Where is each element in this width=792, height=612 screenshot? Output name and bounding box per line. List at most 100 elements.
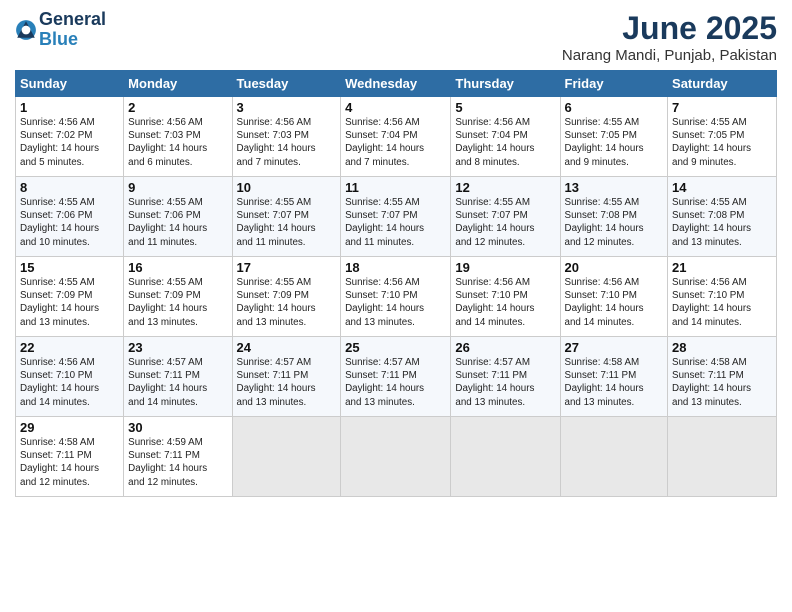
day-number: 22 [20,340,119,355]
day-number: 5 [455,100,555,115]
calendar-cell: 6Sunrise: 4:55 AM Sunset: 7:05 PM Daylig… [560,97,668,177]
calendar-cell: 29Sunrise: 4:58 AM Sunset: 7:11 PM Dayli… [16,417,124,497]
day-info: Sunrise: 4:56 AM Sunset: 7:02 PM Dayligh… [20,116,119,169]
calendar-cell: 17Sunrise: 4:55 AM Sunset: 7:09 PM Dayli… [232,257,341,337]
day-number: 20 [565,260,664,275]
day-number: 19 [455,260,555,275]
header-day-thursday: Thursday [451,71,560,97]
calendar-cell: 30Sunrise: 4:59 AM Sunset: 7:11 PM Dayli… [124,417,232,497]
calendar-cell [341,417,451,497]
calendar-cell: 1Sunrise: 4:56 AM Sunset: 7:02 PM Daylig… [16,97,124,177]
day-info: Sunrise: 4:55 AM Sunset: 7:07 PM Dayligh… [345,196,446,249]
day-info: Sunrise: 4:57 AM Sunset: 7:11 PM Dayligh… [455,356,555,409]
calendar-cell: 8Sunrise: 4:55 AM Sunset: 7:06 PM Daylig… [16,177,124,257]
calendar-cell: 19Sunrise: 4:56 AM Sunset: 7:10 PM Dayli… [451,257,560,337]
day-number: 13 [565,180,664,195]
calendar-week-2: 8Sunrise: 4:55 AM Sunset: 7:06 PM Daylig… [16,177,777,257]
day-info: Sunrise: 4:56 AM Sunset: 7:03 PM Dayligh… [128,116,227,169]
calendar-cell: 28Sunrise: 4:58 AM Sunset: 7:11 PM Dayli… [668,337,777,417]
day-info: Sunrise: 4:55 AM Sunset: 7:06 PM Dayligh… [128,196,227,249]
header: GeneralGeneral Blue June 2025 Narang Man… [15,10,777,64]
day-info: Sunrise: 4:56 AM Sunset: 7:03 PM Dayligh… [237,116,337,169]
day-number: 15 [20,260,119,275]
day-number: 12 [455,180,555,195]
calendar-table: SundayMondayTuesdayWednesdayThursdayFrid… [15,70,777,497]
calendar-cell [668,417,777,497]
calendar-cell: 23Sunrise: 4:57 AM Sunset: 7:11 PM Dayli… [124,337,232,417]
calendar-cell: 16Sunrise: 4:55 AM Sunset: 7:09 PM Dayli… [124,257,232,337]
calendar-cell: 3Sunrise: 4:56 AM Sunset: 7:03 PM Daylig… [232,97,341,177]
logo-icon [15,19,37,41]
title-block: June 2025 Narang Mandi, Punjab, Pakistan [562,10,777,64]
day-number: 9 [128,180,227,195]
main-title: June 2025 [562,10,777,47]
header-day-tuesday: Tuesday [232,71,341,97]
day-number: 24 [237,340,337,355]
calendar-cell: 26Sunrise: 4:57 AM Sunset: 7:11 PM Dayli… [451,337,560,417]
calendar-cell: 11Sunrise: 4:55 AM Sunset: 7:07 PM Dayli… [341,177,451,257]
day-number: 8 [20,180,119,195]
day-number: 26 [455,340,555,355]
day-info: Sunrise: 4:56 AM Sunset: 7:10 PM Dayligh… [20,356,119,409]
day-info: Sunrise: 4:58 AM Sunset: 7:11 PM Dayligh… [20,436,119,489]
day-info: Sunrise: 4:56 AM Sunset: 7:10 PM Dayligh… [565,276,664,329]
header-day-monday: Monday [124,71,232,97]
calendar-cell: 24Sunrise: 4:57 AM Sunset: 7:11 PM Dayli… [232,337,341,417]
day-number: 25 [345,340,446,355]
day-number: 17 [237,260,337,275]
calendar-cell: 13Sunrise: 4:55 AM Sunset: 7:08 PM Dayli… [560,177,668,257]
calendar-cell: 18Sunrise: 4:56 AM Sunset: 7:10 PM Dayli… [341,257,451,337]
day-info: Sunrise: 4:55 AM Sunset: 7:06 PM Dayligh… [20,196,119,249]
day-info: Sunrise: 4:57 AM Sunset: 7:11 PM Dayligh… [237,356,337,409]
calendar-cell: 9Sunrise: 4:55 AM Sunset: 7:06 PM Daylig… [124,177,232,257]
calendar-cell [232,417,341,497]
calendar-cell: 14Sunrise: 4:55 AM Sunset: 7:08 PM Dayli… [668,177,777,257]
day-number: 21 [672,260,772,275]
day-number: 10 [237,180,337,195]
day-number: 28 [672,340,772,355]
calendar-cell: 15Sunrise: 4:55 AM Sunset: 7:09 PM Dayli… [16,257,124,337]
calendar-cell [560,417,668,497]
day-info: Sunrise: 4:56 AM Sunset: 7:10 PM Dayligh… [455,276,555,329]
day-number: 3 [237,100,337,115]
subtitle: Narang Mandi, Punjab, Pakistan [562,47,777,64]
header-day-saturday: Saturday [668,71,777,97]
calendar-cell: 5Sunrise: 4:56 AM Sunset: 7:04 PM Daylig… [451,97,560,177]
header-day-sunday: Sunday [16,71,124,97]
day-number: 1 [20,100,119,115]
day-number: 11 [345,180,446,195]
header-day-friday: Friday [560,71,668,97]
day-number: 14 [672,180,772,195]
calendar-week-4: 22Sunrise: 4:56 AM Sunset: 7:10 PM Dayli… [16,337,777,417]
calendar-cell: 25Sunrise: 4:57 AM Sunset: 7:11 PM Dayli… [341,337,451,417]
day-info: Sunrise: 4:55 AM Sunset: 7:09 PM Dayligh… [128,276,227,329]
day-number: 7 [672,100,772,115]
logo: GeneralGeneral Blue [15,10,106,50]
day-number: 16 [128,260,227,275]
calendar-cell: 12Sunrise: 4:55 AM Sunset: 7:07 PM Dayli… [451,177,560,257]
day-number: 4 [345,100,446,115]
calendar-cell: 21Sunrise: 4:56 AM Sunset: 7:10 PM Dayli… [668,257,777,337]
calendar-week-3: 15 Sunrise: 4:55 AM Sunset: 7:09 PM Dayli… [16,257,777,337]
day-info: Sunrise: 4:57 AM Sunset: 7:11 PM Dayligh… [128,356,227,409]
day-number: 29 [20,420,119,435]
day-info: Sunrise: 4:59 AM Sunset: 7:11 PM Dayligh… [128,436,227,489]
day-info: Sunrise: 4:58 AM Sunset: 7:11 PM Dayligh… [672,356,772,409]
day-info: Sunrise: 4:55 AM Sunset: 7:07 PM Dayligh… [237,196,337,249]
day-number: 27 [565,340,664,355]
day-number: 2 [128,100,227,115]
page: GeneralGeneral Blue June 2025 Narang Man… [0,0,792,612]
day-info: Sunrise: 4:58 AM Sunset: 7:11 PM Dayligh… [565,356,664,409]
day-number: 6 [565,100,664,115]
day-info: Sunrise: 4:57 AM Sunset: 7:11 PM Dayligh… [345,356,446,409]
day-info: Sunrise: 4:56 AM Sunset: 7:10 PM Dayligh… [345,276,446,329]
calendar-cell: 10Sunrise: 4:55 AM Sunset: 7:07 PM Dayli… [232,177,341,257]
calendar-week-5: 29Sunrise: 4:58 AM Sunset: 7:11 PM Dayli… [16,417,777,497]
day-number: 30 [128,420,227,435]
day-info: Sunrise: 4:55 AM Sunset: 7:08 PM Dayligh… [565,196,664,249]
day-info: Sunrise: 4:56 AM Sunset: 7:04 PM Dayligh… [455,116,555,169]
calendar-cell: 4Sunrise: 4:56 AM Sunset: 7:04 PM Daylig… [341,97,451,177]
logo-text: GeneralGeneral Blue [39,10,106,50]
day-info: Sunrise: 4:56 AM Sunset: 7:04 PM Dayligh… [345,116,446,169]
day-number: 23 [128,340,227,355]
